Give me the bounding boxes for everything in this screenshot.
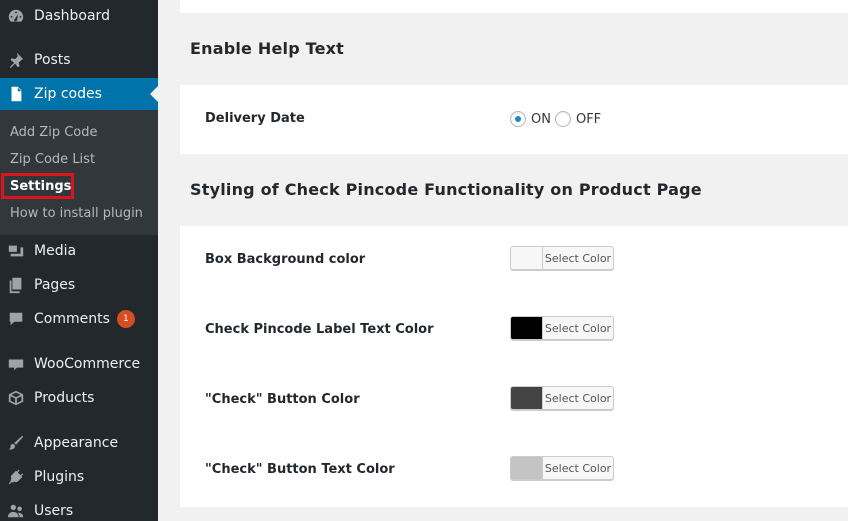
menu-label: Products <box>34 390 95 406</box>
menu-plugins[interactable]: Plugins <box>0 463 158 491</box>
previous-panel <box>180 0 848 13</box>
media-icon <box>6 241 26 261</box>
menu-label: Plugins <box>34 469 85 485</box>
menu-pages[interactable]: Pages <box>0 271 158 299</box>
menu-woocommerce[interactable]: WooCommerce <box>0 350 158 378</box>
delivery-date-radio-group: ON OFF <box>510 111 605 127</box>
label-text-color-picker[interactable]: Select Color <box>510 316 614 340</box>
users-icon <box>6 501 26 521</box>
box-background-color-label: Box Background color <box>205 252 366 267</box>
radio-off-label: OFF <box>575 111 602 127</box>
check-button-text-color-picker[interactable]: Select Color <box>510 456 614 480</box>
color-swatch <box>511 457 543 479</box>
menu-dashboard[interactable]: Dashboard <box>0 2 158 30</box>
pages-icon <box>6 275 26 295</box>
check-button-color-picker[interactable]: Select Color <box>510 386 614 410</box>
menu-label: Dashboard <box>34 8 110 24</box>
menu-label: WooCommerce <box>34 356 141 372</box>
submenu-add-zip-code[interactable]: Add Zip Code <box>10 125 97 140</box>
radio-on[interactable] <box>510 111 526 127</box>
current-indicator <box>150 86 158 102</box>
section-title-help-text: Enable Help Text <box>190 39 345 58</box>
pin-icon <box>6 50 26 70</box>
menu-label: Posts <box>34 52 71 68</box>
settings-highlight <box>1 173 74 199</box>
menu-label: Appearance <box>34 435 119 451</box>
color-swatch <box>511 317 543 339</box>
menu-zip-codes[interactable]: Zip codes <box>0 78 158 110</box>
admin-sidebar: Dashboard Posts Zip codes Add Zip Code Z… <box>0 0 158 521</box>
label-text-color-label: Check Pincode Label Text Color <box>205 322 434 337</box>
brush-icon <box>6 433 26 453</box>
document-icon <box>6 84 26 104</box>
menu-products[interactable]: Products <box>0 384 158 412</box>
check-button-text-color-label: "Check" Button Text Color <box>205 462 395 477</box>
color-swatch <box>511 387 543 409</box>
woo-icon <box>6 354 26 374</box>
select-color-label: Select Color <box>544 461 612 475</box>
select-color-label: Select Color <box>544 391 612 405</box>
box-background-color-picker[interactable]: Select Color <box>510 246 614 270</box>
menu-comments[interactable]: Comments 1 <box>0 305 158 333</box>
plug-icon <box>6 467 26 487</box>
check-button-color-label: "Check" Button Color <box>205 392 360 407</box>
menu-label: Zip codes <box>34 86 102 102</box>
comment-count-badge: 1 <box>116 310 135 328</box>
select-color-label: Select Color <box>544 321 612 335</box>
menu-label: Pages <box>34 277 76 293</box>
color-swatch <box>511 247 543 269</box>
settings-content: Enable Help Text Delivery Date ON OFF St… <box>180 0 848 521</box>
menu-label: Media <box>34 243 77 259</box>
menu-users[interactable]: Users <box>0 497 158 521</box>
dashboard-icon <box>6 6 26 26</box>
select-color-label: Select Color <box>544 251 612 265</box>
radio-on-label: ON <box>531 111 551 127</box>
menu-label: Comments <box>34 311 110 327</box>
submenu-zip-code-list[interactable]: Zip Code List <box>10 152 95 167</box>
menu-label: Users <box>34 503 74 519</box>
menu-media[interactable]: Media <box>0 237 158 265</box>
box-icon <box>6 388 26 408</box>
section-title-styling: Styling of Check Pincode Functionality o… <box>190 180 702 199</box>
menu-appearance[interactable]: Appearance <box>0 429 158 457</box>
delivery-date-label: Delivery Date <box>205 111 305 126</box>
submenu-how-to-install[interactable]: How to install plugin <box>10 206 143 221</box>
radio-off[interactable] <box>554 111 571 127</box>
menu-posts[interactable]: Posts <box>0 46 158 74</box>
comment-icon <box>6 309 26 329</box>
